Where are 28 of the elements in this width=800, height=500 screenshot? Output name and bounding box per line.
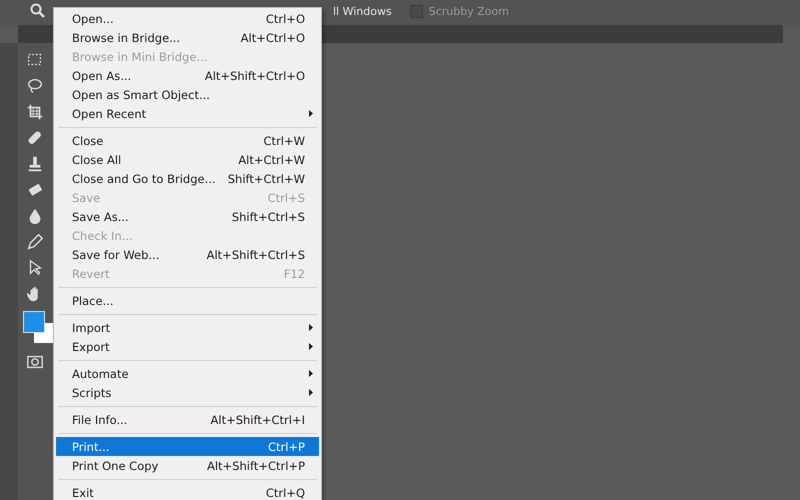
menu-item[interactable]: Exit Ctrl+Q: [56, 483, 319, 500]
menu-item[interactable]: Automate: [56, 364, 319, 383]
scrubby-zoom-checkbox[interactable]: [410, 4, 423, 18]
option-label: ll Windows: [333, 4, 392, 18]
menu-item[interactable]: Export: [56, 337, 319, 356]
search-icon[interactable]: [30, 3, 46, 19]
menu-item[interactable]: Browse in Bridge... Alt+Ctrl+O: [56, 28, 319, 47]
menu-item[interactable]: Place...: [56, 291, 319, 310]
menu-item[interactable]: Close Ctrl+W: [56, 131, 319, 150]
crop-icon[interactable]: [26, 103, 44, 121]
menu-item[interactable]: Open... Ctrl+O: [56, 9, 319, 28]
menu-item[interactable]: Close All Alt+Ctrl+W: [56, 150, 319, 169]
menu-item[interactable]: Open Recent: [56, 104, 319, 123]
menu-item[interactable]: File Info... Alt+Shift+Ctrl+I: [56, 410, 319, 429]
menu-item[interactable]: Print One Copy Alt+Shift+Ctrl+P: [56, 456, 319, 475]
menu-item[interactable]: Open As... Alt+Shift+Ctrl+O: [56, 66, 319, 85]
menu-item[interactable]: Save for Web... Alt+Shift+Ctrl+S: [56, 245, 319, 264]
foreground-color-swatch[interactable]: [23, 311, 45, 333]
menu-item[interactable]: Open as Smart Object...: [56, 85, 319, 104]
menu-item[interactable]: Scripts: [56, 383, 319, 402]
menu-item[interactable]: Import: [56, 318, 319, 337]
menu-item[interactable]: Save As... Shift+Ctrl+S: [56, 207, 319, 226]
quick-mask-icon[interactable]: [26, 353, 44, 371]
stamp-icon[interactable]: [26, 155, 44, 173]
menu-item[interactable]: Close and Go to Bridge... Shift+Ctrl+W: [56, 169, 319, 188]
lasso-icon[interactable]: [26, 77, 44, 95]
scrubby-zoom-label: Scrubby Zoom: [428, 4, 509, 18]
menu-item[interactable]: Print... Ctrl+P: [56, 437, 319, 456]
